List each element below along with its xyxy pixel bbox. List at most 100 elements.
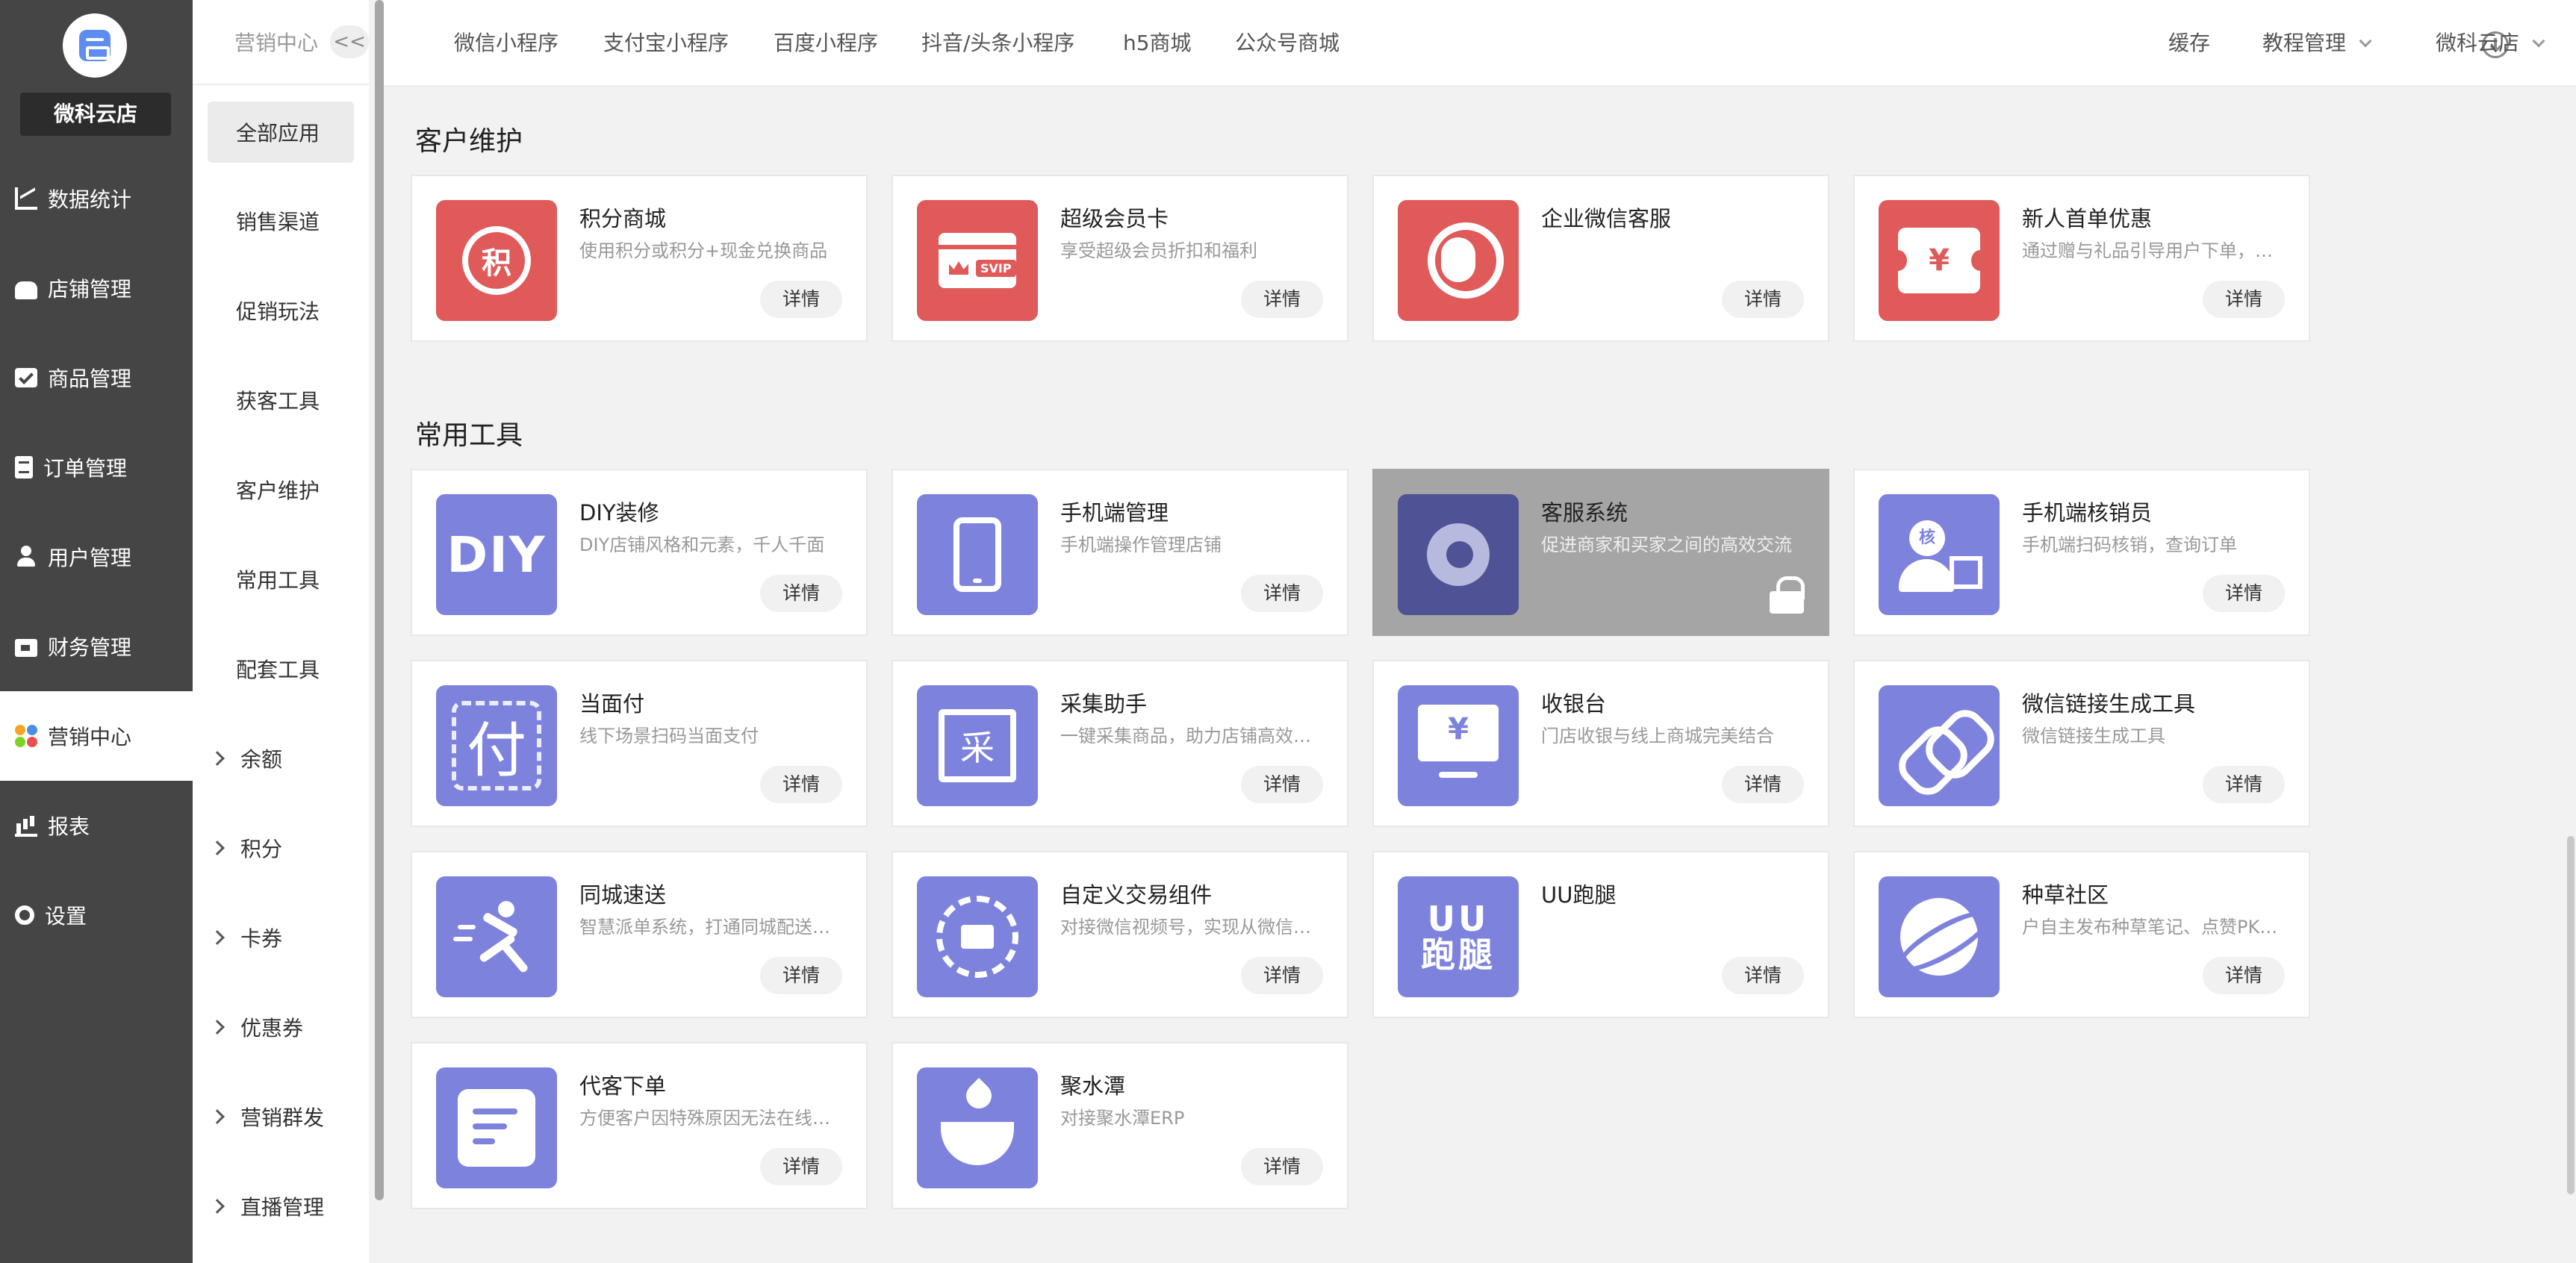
submenu-item-support-tools[interactable]: 配套工具: [193, 624, 369, 714]
app-card-wechat-link[interactable]: 微信链接生成工具 微信链接生成工具 详情: [1853, 660, 2310, 827]
phone-icon: [917, 494, 1038, 615]
app-card-service-system[interactable]: 客服系统 促进商家和买家之间的高效交流: [1372, 469, 1829, 636]
submenu-group-cards[interactable]: 卡券: [193, 893, 369, 982]
app-card-diy[interactable]: DIY DIY装修 DIY店铺风格和元素，千人千面 详情: [411, 469, 868, 636]
detail-button[interactable]: 详情: [760, 1148, 842, 1185]
app-card-first-order[interactable]: ¥ 新人首单优惠 通过赠与礼品引导用户下单，… 详情: [1853, 175, 2310, 342]
detail-button[interactable]: 详情: [760, 281, 842, 318]
nav-label: 营销中心: [48, 725, 132, 749]
submenu-item-promotion[interactable]: 促销玩法: [193, 266, 369, 355]
app-card-wecom-service[interactable]: 企业微信客服 详情: [1372, 175, 1829, 342]
nav-item-finance[interactable]: 财务管理: [0, 602, 193, 691]
detail-button[interactable]: 详情: [1241, 1148, 1323, 1185]
nav-label: 报表: [48, 814, 90, 839]
svip-card-icon: SVIP: [917, 200, 1038, 321]
detail-button[interactable]: 详情: [2203, 766, 2285, 803]
detail-button[interactable]: 详情: [760, 575, 842, 612]
marketing-icon: [15, 725, 37, 747]
headset-icon: [1398, 200, 1519, 321]
chevron-right-icon: [210, 1020, 225, 1035]
detail-button[interactable]: 详情: [2203, 281, 2285, 318]
cache-button[interactable]: 缓存: [2168, 0, 2210, 87]
submenu-item-sales-channel[interactable]: 销售渠道: [193, 176, 369, 266]
submenu-group-balance[interactable]: 余额: [193, 714, 369, 803]
card-title: 种草社区: [2022, 882, 2109, 908]
store-name[interactable]: 微科云店: [20, 93, 171, 136]
detail-button[interactable]: 详情: [1241, 957, 1323, 994]
detail-button[interactable]: 详情: [1722, 281, 1804, 318]
tutorial-menu[interactable]: 教程管理: [2262, 0, 2372, 87]
app-card-city-delivery[interactable]: 同城速送 智慧派单系统，打通同城配送… 详情: [411, 851, 868, 1018]
app-card-points-mall[interactable]: 积 积分商城 使用积分或积分+现金兑换商品 详情: [411, 175, 868, 342]
card-desc: DIY店铺风格和元素，千人千面: [579, 534, 825, 555]
detail-button[interactable]: 详情: [2203, 957, 2285, 994]
submenu-group-points[interactable]: 积分: [193, 803, 369, 893]
detail-button[interactable]: 详情: [1241, 281, 1323, 318]
tab-alipay-mini[interactable]: 支付宝小程序: [603, 0, 729, 87]
card-title: 收银台: [1541, 691, 1607, 717]
app-card-jushuitan[interactable]: 聚水潭 对接聚水潭ERP 详情: [892, 1042, 1348, 1209]
nav-item-goods[interactable]: 商品管理: [0, 333, 193, 422]
nav-item-reports[interactable]: 报表: [0, 781, 193, 870]
nav-item-orders[interactable]: 订单管理: [0, 422, 193, 512]
chevron-right-icon: [210, 1199, 225, 1214]
top-bar: 微信小程序 支付宝小程序 百度小程序 抖音/头条小程序 h5商城 公众号商城 缓…: [384, 0, 2576, 87]
tab-wechat-mini[interactable]: 微信小程序: [454, 0, 559, 87]
detail-button[interactable]: 详情: [760, 766, 842, 803]
content-scrollbar[interactable]: [2567, 836, 2575, 1194]
app-card-proxy-order[interactable]: 代客下单 方便客户因特殊原因无法在线… 详情: [411, 1042, 868, 1209]
submenu-item-all-apps[interactable]: 全部应用: [208, 102, 354, 163]
detail-button[interactable]: 详情: [2203, 575, 2285, 612]
nav-label: 商品管理: [48, 367, 132, 391]
card-title: 新人首单优惠: [2022, 206, 2153, 231]
detail-button[interactable]: 详情: [1241, 766, 1323, 803]
nav-item-settings[interactable]: 设置: [0, 870, 193, 960]
nav-item-shop[interactable]: 店铺管理: [0, 243, 193, 333]
submenu-scrollbar[interactable]: [375, 0, 384, 1200]
submenu-item-customer[interactable]: 客户维护: [193, 445, 369, 534]
card-title: 积分商城: [579, 206, 667, 231]
submenu-group-broadcast[interactable]: 营销群发: [193, 1072, 369, 1161]
submenu-item-common-tools[interactable]: 常用工具: [193, 534, 369, 624]
store-logo[interactable]: [63, 13, 127, 78]
collapse-button[interactable]: <<: [330, 25, 369, 58]
tutorial-label: 教程管理: [2262, 31, 2347, 55]
nav-label: 用户管理: [48, 546, 132, 570]
tab-official-account-mall[interactable]: 公众号商城: [1235, 0, 1340, 87]
card-desc: 对接聚水潭ERP: [1060, 1108, 1185, 1129]
app-card-collector[interactable]: 采 采集助手 一键采集商品，助力店铺高效… 详情: [892, 660, 1348, 827]
app-card-custom-trade[interactable]: 自定义交易组件 对接微信视频号，实现从微信… 详情: [892, 851, 1348, 1018]
tab-douyin-mini[interactable]: 抖音/头条小程序: [921, 0, 1074, 87]
nav-label: 订单管理: [43, 456, 128, 481]
app-card-face-pay[interactable]: 付 当面付 线下场景扫码当面支付 详情: [411, 660, 868, 827]
app-card-grass-community[interactable]: 种草社区 户自主发布种草笔记、点赞PK… 详情: [1853, 851, 2310, 1018]
app-card-super-member[interactable]: SVIP 超级会员卡 享受超级会员折扣和福利 详情: [892, 175, 1348, 342]
detail-button[interactable]: 详情: [1241, 575, 1323, 612]
detail-button[interactable]: 详情: [760, 957, 842, 994]
app-card-mobile-verifier[interactable]: 核 手机端核销员 手机端扫码核销，查询订单 详情: [1853, 469, 2310, 636]
app-card-mobile-admin[interactable]: 手机端管理 手机端操作管理店铺 详情: [892, 469, 1348, 636]
submenu-group-live[interactable]: 直播管理: [193, 1161, 369, 1251]
tab-baidu-mini[interactable]: 百度小程序: [774, 0, 878, 87]
nav-item-users[interactable]: 用户管理: [0, 512, 193, 602]
service-icon: [1398, 494, 1519, 615]
nav-item-marketing[interactable]: 营销中心: [0, 691, 193, 781]
card-desc: 对接微信视频号，实现从微信…: [1060, 917, 1311, 938]
user-menu[interactable]: 微科云店: [2436, 0, 2545, 87]
app-card-uu-errand[interactable]: UU 跑腿 UU跑腿 详情: [1372, 851, 1829, 1018]
link-icon: [1879, 685, 2000, 806]
submenu-group-coupons[interactable]: 优惠券: [193, 982, 369, 1072]
card-desc: 智慧派单系统，打通同城配送…: [579, 917, 830, 938]
nav-item-stats[interactable]: 数据统计: [0, 154, 193, 243]
nav-label: 财务管理: [48, 635, 132, 660]
gear-icon: [15, 905, 34, 925]
group-label: 余额: [240, 747, 283, 772]
box-icon: [15, 368, 37, 387]
app-card-cashier[interactable]: ¥ 收银台 门店收银与线上商城完美结合 详情: [1372, 660, 1829, 827]
submenu-item-acquisition[interactable]: 获客工具: [193, 355, 369, 445]
chart-icon: [15, 187, 37, 210]
tab-h5-mall[interactable]: h5商城: [1123, 0, 1192, 87]
detail-button[interactable]: 详情: [1722, 957, 1804, 994]
detail-button[interactable]: 详情: [1722, 766, 1804, 803]
pay-icon: 付: [436, 685, 557, 806]
